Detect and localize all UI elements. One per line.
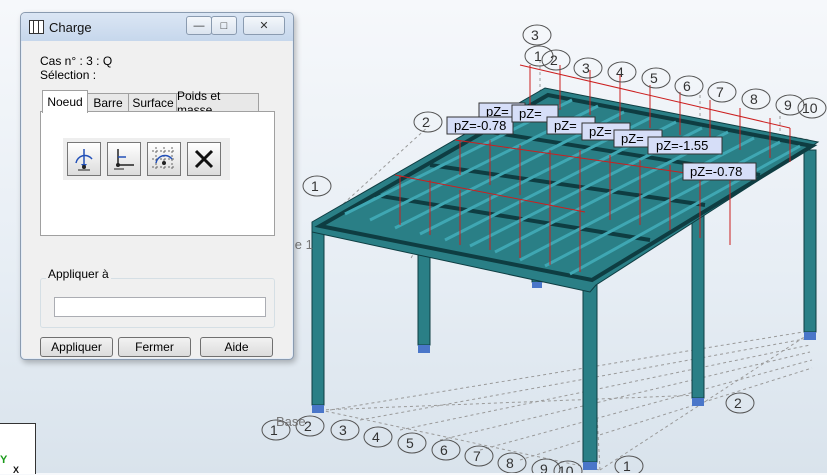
- dialog-client: Cas n° : 3 : Q Sélection : Noeud Barre S…: [28, 41, 286, 357]
- minimize-button[interactable]: —: [186, 16, 212, 35]
- svg-text:pZ=: pZ=: [589, 124, 612, 139]
- maximize-button[interactable]: □: [211, 16, 237, 35]
- axis-y-label: Y: [0, 454, 8, 466]
- delete-load-button[interactable]: [187, 142, 221, 176]
- minimize-icon: —: [193, 19, 205, 32]
- apply-button[interactable]: Appliquer: [40, 337, 113, 357]
- svg-text:8: 8: [750, 91, 758, 107]
- story-label-base: Base: [276, 414, 306, 429]
- column-supports: [312, 282, 816, 470]
- svg-text:2: 2: [550, 52, 558, 68]
- grid-labels-front: 1 2 3 4 5 6 7 8 9 10 1 2: [261, 392, 755, 473]
- svg-text:7: 7: [473, 448, 481, 464]
- svg-text:pZ=-1.55: pZ=-1.55: [656, 138, 708, 153]
- svg-text:10: 10: [558, 463, 574, 473]
- axis-x-label: X: [13, 465, 20, 475]
- nodal-displacement-icon: [114, 149, 134, 170]
- svg-text:9: 9: [540, 461, 548, 473]
- svg-text:4: 4: [616, 64, 624, 80]
- tab-panel-noeud: [40, 111, 275, 236]
- node-grid-load-icon: [152, 147, 176, 171]
- svg-text:1: 1: [534, 48, 542, 64]
- svg-text:9: 9: [784, 97, 792, 113]
- svg-text:8: 8: [506, 455, 514, 471]
- svg-text:pZ=: pZ=: [621, 131, 644, 146]
- delete-load-icon: [194, 149, 214, 169]
- tab-surface[interactable]: Surface: [128, 93, 178, 112]
- close-icon: ✕: [259, 20, 269, 32]
- svg-text:5: 5: [406, 435, 414, 451]
- close-button[interactable]: ✕: [243, 16, 285, 35]
- svg-text:3: 3: [582, 60, 590, 76]
- svg-text:10: 10: [802, 100, 818, 116]
- svg-text:5: 5: [650, 70, 658, 86]
- node-grid-load-button[interactable]: [147, 142, 181, 176]
- axis-triad: Y X: [0, 423, 36, 475]
- svg-text:6: 6: [683, 78, 691, 94]
- nodal-displacement-button[interactable]: [107, 142, 141, 176]
- help-button[interactable]: Aide: [200, 337, 273, 357]
- svg-text:3: 3: [339, 422, 347, 438]
- svg-text:pZ=: pZ=: [554, 118, 577, 133]
- case-label: Cas n° : 3 : Q: [40, 54, 113, 68]
- apply-to-input[interactable]: [54, 297, 266, 317]
- svg-text:1: 1: [311, 178, 319, 194]
- nodal-force-button[interactable]: [67, 142, 101, 176]
- tab-poids-et-masse[interactable]: Poids et masse: [176, 89, 259, 117]
- maximize-icon: □: [220, 19, 228, 32]
- svg-text:pZ=-0.78: pZ=-0.78: [690, 164, 742, 179]
- selection-label: Sélection :: [40, 68, 97, 82]
- svg-text:4: 4: [372, 429, 380, 445]
- tab-noeud[interactable]: Noeud: [42, 90, 88, 113]
- svg-text:pZ=: pZ=: [519, 106, 542, 121]
- svg-text:1: 1: [623, 458, 631, 473]
- load-tool-bar: [63, 138, 230, 180]
- svg-text:pZ=-0.78: pZ=-0.78: [454, 118, 506, 133]
- svg-text:2: 2: [422, 114, 430, 130]
- apply-to-label: Appliquer à: [46, 267, 111, 281]
- close-dialog-button[interactable]: Fermer: [118, 337, 191, 357]
- svg-text:2: 2: [734, 395, 742, 411]
- dialog-titlebar[interactable]: Charge — □ ✕: [21, 13, 293, 41]
- nodal-force-icon: [75, 149, 93, 171]
- svg-text:6: 6: [440, 442, 448, 458]
- app-icon: [29, 20, 44, 34]
- charge-dialog: Charge — □ ✕ Cas n° : 3 : Q Sélection : …: [20, 12, 294, 360]
- tab-barre[interactable]: Barre: [86, 93, 130, 112]
- svg-text:3: 3: [531, 27, 539, 43]
- dialog-title: Charge: [49, 20, 92, 35]
- svg-text:7: 7: [716, 84, 724, 100]
